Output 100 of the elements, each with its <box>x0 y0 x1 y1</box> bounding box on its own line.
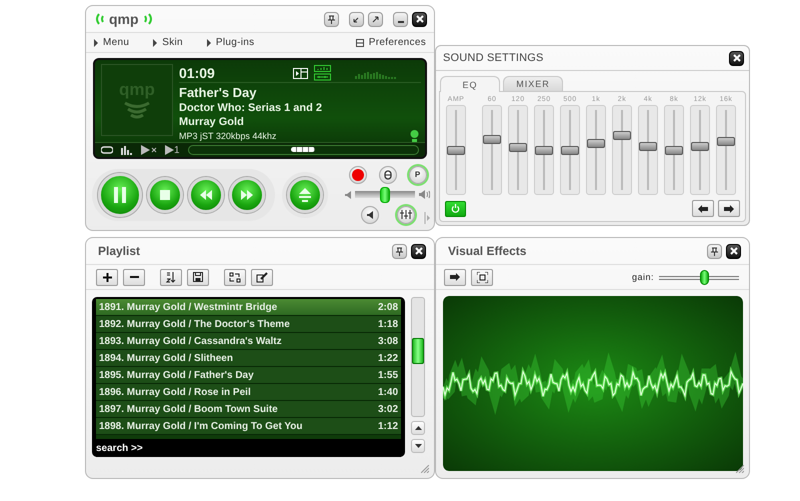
repeat-icon[interactable] <box>101 145 113 155</box>
volume-high-icon <box>419 190 430 199</box>
slider-handle[interactable] <box>691 142 709 152</box>
play-once-toggle[interactable]: 1 <box>165 144 180 156</box>
track-row[interactable]: 1898. Murray Gold / I'm Coming To Get You 1:12 <box>96 418 401 435</box>
up-triangle-icon <box>414 426 422 430</box>
p-button[interactable]: P <box>408 166 426 184</box>
compact-mode-button[interactable] <box>349 12 364 26</box>
expand-handle-icon[interactable] <box>424 212 430 224</box>
close-icon <box>416 15 424 23</box>
album-name: Doctor Who: Serias 1 and 2 <box>179 101 324 115</box>
next-preset-button[interactable] <box>718 200 740 217</box>
close-button[interactable] <box>726 244 741 258</box>
band-slider[interactable] <box>716 105 736 195</box>
slider-handle[interactable] <box>665 146 683 155</box>
scroll-track[interactable] <box>411 297 425 417</box>
close-button[interactable] <box>729 50 744 66</box>
band-slider[interactable] <box>446 105 466 195</box>
track-row[interactable]: 1897. Murray Gold / Boom Town Suite 3:02 <box>96 401 401 418</box>
track-name: 1892. Murray Gold / The Doctor's Theme <box>99 318 290 330</box>
track-duration: 1:40 <box>378 386 398 398</box>
track-row[interactable]: 1894. Murray Gold / Slitheen 1:22 <box>96 350 401 367</box>
power-button[interactable] <box>445 200 466 216</box>
lock-button[interactable] <box>378 166 396 184</box>
band-slider[interactable] <box>664 105 684 195</box>
previous-preset-button[interactable] <box>692 200 714 217</box>
tab[interactable]: EQ <box>440 76 500 92</box>
remove-button[interactable] <box>123 268 145 286</box>
sort-button[interactable] <box>160 268 182 286</box>
track-row[interactable]: 1893. Murray Gold / Cassandra's Waltz 3:08 <box>96 333 401 350</box>
track-row[interactable]: 1895. Murray Gold / Father's Day 1:55 <box>96 367 401 384</box>
slider-handle[interactable] <box>535 146 553 155</box>
slider-handle[interactable] <box>509 142 527 152</box>
band-slider[interactable] <box>612 105 632 195</box>
scroll-down-button[interactable] <box>411 439 425 453</box>
band-slider[interactable] <box>638 105 658 195</box>
swap-order-button[interactable] <box>224 268 246 286</box>
band-slider[interactable] <box>586 105 606 195</box>
slider-handle[interactable] <box>587 138 605 148</box>
fullscreen-button[interactable] <box>471 268 493 286</box>
band-slider[interactable] <box>690 105 710 195</box>
track-duration: 1:18 <box>378 318 398 330</box>
gain-handle[interactable] <box>700 270 710 284</box>
equalizer-button[interactable] <box>396 206 414 224</box>
resize-grip-icon[interactable] <box>736 465 744 473</box>
track-row[interactable]: 1896. Murray Gold / Rose in Peil 1:40 <box>96 384 401 401</box>
play-stop-icon[interactable] <box>141 145 157 155</box>
visualizer-mode-icon[interactable] <box>314 65 331 81</box>
track-name: 1897. Murray Gold / Boom Town Suite <box>99 404 278 414</box>
slider-handle[interactable] <box>447 146 465 155</box>
close-button[interactable] <box>411 244 426 258</box>
track-name: 1898. Murray Gold / I'm Coming To Get You <box>99 420 303 432</box>
menu-item[interactable]: Menu <box>92 37 132 48</box>
rewind-button[interactable] <box>188 176 224 212</box>
track-duration: 3:08 <box>378 336 398 346</box>
band-slider[interactable] <box>534 105 554 195</box>
equalizer-bars-icon[interactable] <box>121 145 133 155</box>
speaker-icon <box>366 210 372 218</box>
close-button[interactable] <box>412 12 427 26</box>
band-slider[interactable] <box>482 105 502 195</box>
track-name: 1893. Murray Gold / Cassandra's Waltz <box>99 336 282 346</box>
next-effect-button[interactable] <box>444 268 466 286</box>
minimize-button[interactable] <box>393 12 408 26</box>
slider-handle[interactable] <box>483 135 501 144</box>
preferences-menu[interactable]: Preferences <box>354 37 428 48</box>
scroll-up-button[interactable] <box>411 421 425 435</box>
expand-button[interactable] <box>368 12 383 26</box>
plus-icon <box>102 272 112 282</box>
pin-button[interactable] <box>324 12 339 26</box>
seek-handle[interactable] <box>291 147 316 152</box>
triangle-icon <box>153 38 158 46</box>
stop-button[interactable] <box>147 176 183 212</box>
scroll-thumb[interactable] <box>412 338 424 364</box>
save-button[interactable] <box>187 268 209 286</box>
record-button[interactable] <box>348 166 366 184</box>
slider-handle[interactable] <box>561 146 579 155</box>
close-icon <box>732 54 740 62</box>
edit-button[interactable] <box>251 268 273 286</box>
slider-handle[interactable] <box>639 142 657 152</box>
pin-button[interactable] <box>392 244 407 258</box>
window-icon <box>356 38 364 46</box>
slider-handle[interactable] <box>613 131 631 140</box>
mute-button[interactable] <box>360 206 378 224</box>
menu-item[interactable]: Plug-ins <box>204 37 256 48</box>
slider-handle[interactable] <box>717 136 735 146</box>
pause-button[interactable] <box>98 172 142 216</box>
add-button[interactable] <box>96 268 118 286</box>
menu-item[interactable]: Skin <box>151 37 185 48</box>
tab[interactable]: MIXER <box>503 76 563 91</box>
resize-grip-icon[interactable] <box>421 465 429 473</box>
pause-icon <box>113 186 127 202</box>
fast-forward-button[interactable] <box>229 176 265 212</box>
track-row[interactable]: 1891. Murray Gold / Westmintr Bridge 2:08 <box>96 299 401 316</box>
seek-bar[interactable] <box>188 145 419 155</box>
video-window-icon[interactable] <box>293 68 308 78</box>
pin-button[interactable] <box>707 244 722 258</box>
band-slider[interactable] <box>508 105 528 195</box>
volume-handle[interactable] <box>380 186 390 202</box>
band-slider[interactable] <box>560 105 580 195</box>
track-row[interactable]: 1892. Murray Gold / The Doctor's Theme 1:18 <box>96 316 401 333</box>
